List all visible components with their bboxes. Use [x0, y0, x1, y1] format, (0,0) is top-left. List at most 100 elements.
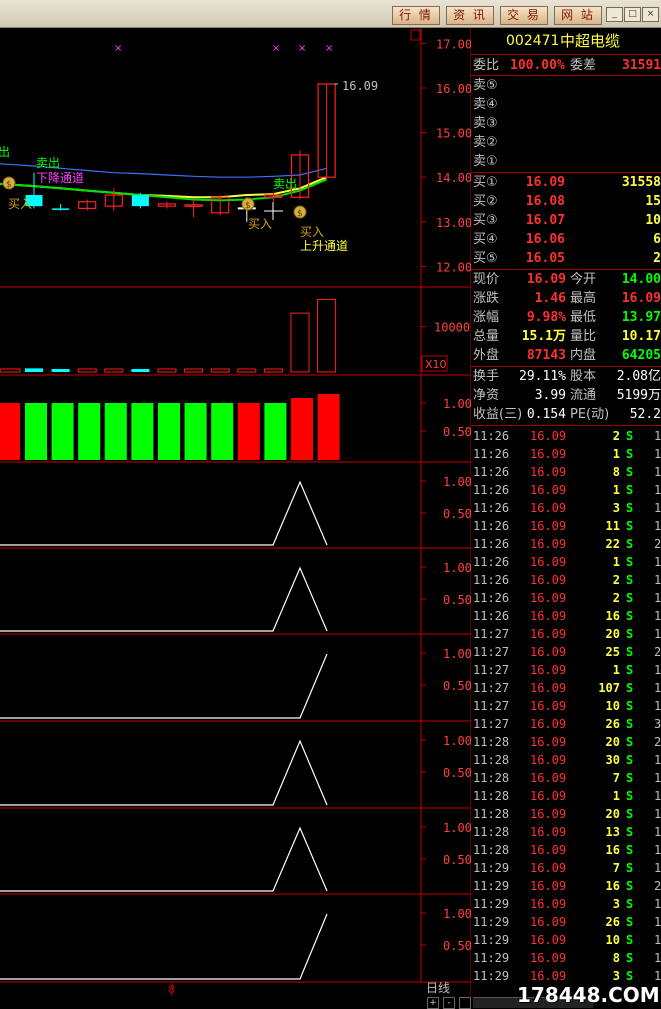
- website-button[interactable]: 网 站: [554, 6, 602, 25]
- tick-side: S: [626, 537, 634, 551]
- tick-price: 16.09: [530, 447, 567, 461]
- tick-count: 3: [654, 717, 661, 731]
- minimize-icon[interactable]: _: [606, 7, 623, 22]
- buy-level-volume: 10: [645, 213, 661, 228]
- tick-volume: 26: [605, 717, 620, 731]
- tick-row: 11:26 16.09 16 S 1: [473, 607, 661, 625]
- tick-row: 11:29 16.09 7 S 1: [473, 859, 661, 877]
- tick-price: 16.09: [530, 753, 567, 767]
- signal-bar: [158, 403, 180, 460]
- volume-bar: [25, 368, 43, 372]
- tick-side: S: [626, 465, 634, 479]
- panel-maximize-icon[interactable]: [410, 29, 421, 41]
- trade-button[interactable]: 交 易: [500, 6, 548, 25]
- weibi-value: 100.00%: [510, 58, 565, 73]
- tick-count: 1: [654, 591, 661, 605]
- tick-row: 11:26 16.09 2 S 1: [473, 589, 661, 607]
- tick-price: 16.09: [530, 483, 567, 497]
- tick-side: S: [626, 663, 634, 677]
- stat-label: 涨跌: [473, 291, 500, 306]
- divider: [471, 425, 661, 426]
- tick-row: 11:27 16.09 26 S 3: [473, 715, 661, 733]
- tick-count: 1: [654, 429, 661, 443]
- restore-icon[interactable]: □: [624, 7, 641, 22]
- sell-level-label: 卖①: [473, 154, 498, 169]
- tick-count: 1: [654, 951, 661, 965]
- tick-count: 1: [654, 609, 661, 623]
- tick-time: 11:27: [473, 699, 510, 713]
- tick-count: 1: [654, 933, 661, 947]
- chart-annotation: 卖出: [273, 177, 297, 191]
- tick-time: 11:27: [473, 663, 510, 677]
- toggle-icon[interactable]: [459, 997, 471, 1009]
- tick-count: 1: [654, 573, 661, 587]
- tick-volume: 22: [605, 537, 620, 551]
- tick-count: 1: [654, 681, 661, 695]
- zoom-out-icon[interactable]: -: [443, 997, 455, 1009]
- tick-volume: 10: [605, 699, 620, 713]
- tick-volume: 30: [605, 753, 620, 767]
- zoom-in-icon[interactable]: +: [427, 997, 439, 1009]
- tick-time: 11:27: [473, 627, 510, 641]
- tick-time: 11:26: [473, 501, 510, 515]
- stat-label: 总量: [473, 329, 500, 344]
- buy-level-price: 16.07: [525, 213, 565, 228]
- volume-bar: [184, 368, 204, 373]
- tick-volume: 2: [612, 573, 620, 587]
- tick-count: 2: [654, 537, 661, 551]
- tick-side: S: [626, 627, 634, 641]
- tick-volume: 7: [612, 861, 620, 875]
- stat-value: 29.11%: [519, 369, 566, 384]
- tick-price: 16.09: [530, 681, 567, 695]
- tick-time: 11:28: [473, 789, 510, 803]
- tick-volume: 26: [605, 915, 620, 929]
- signal-bar: [51, 403, 74, 460]
- period-label[interactable]: 日线: [426, 981, 450, 995]
- tick-price: 16.09: [530, 861, 567, 875]
- tick-price: 16.09: [530, 519, 567, 533]
- tick-volume: 1: [612, 663, 620, 677]
- tick-time: 11:29: [473, 897, 510, 911]
- news-button[interactable]: 资 讯: [446, 6, 494, 25]
- chart-annotation: 买入: [248, 217, 272, 231]
- indicator-line: [0, 566, 328, 632]
- tick-count: 1: [654, 519, 661, 533]
- tick-side: S: [626, 861, 634, 875]
- tick-price: 16.09: [530, 771, 567, 785]
- tick-time: 11:26: [473, 447, 510, 461]
- indicator-axis-label: 0.50: [443, 853, 471, 867]
- kline-chart[interactable]: 17.00 16.00 15.00 14.00 13.00 12.00 16.09 × × × ×…: [0, 28, 471, 1007]
- tick-count: 1: [654, 483, 661, 497]
- indicator-line: [0, 826, 328, 892]
- tick-volume: 8: [612, 951, 620, 965]
- weicha-label: 委差: [570, 58, 597, 73]
- quotes-button[interactable]: 行 情: [392, 6, 440, 25]
- stat-value: 16.09: [621, 291, 661, 306]
- tick-time: 11:29: [473, 933, 510, 947]
- tick-row: 11:26 16.09 2 S 1: [473, 427, 661, 445]
- volume-bar: [51, 369, 70, 372]
- price-axis-label: 13.00: [436, 216, 471, 230]
- stat-value: 14.00: [621, 272, 661, 287]
- signal-bar: [78, 403, 101, 460]
- stat-label: 涨幅: [473, 310, 500, 325]
- divider: [471, 54, 661, 55]
- buy-level-label: 买③: [473, 213, 498, 228]
- tick-side: S: [626, 699, 634, 713]
- signal-bar: [264, 403, 287, 460]
- tick-time: 11:26: [473, 465, 510, 479]
- volume-bar: [210, 368, 230, 373]
- tick-price: 16.09: [530, 897, 567, 911]
- tick-time: 11:27: [473, 717, 510, 731]
- tick-count: 1: [654, 699, 661, 713]
- tick-row: 11:28 16.09 30 S 1: [473, 751, 661, 769]
- tick-row: 11:26 16.09 1 S 1: [473, 481, 661, 499]
- close-icon[interactable]: ×: [642, 7, 659, 22]
- price-axis-label: 17.00: [436, 37, 471, 51]
- buy-level-price: 16.06: [525, 232, 565, 247]
- tick-price: 16.09: [530, 915, 567, 929]
- tick-count: 1: [654, 555, 661, 569]
- tick-side: S: [626, 807, 634, 821]
- tick-price: 16.09: [530, 627, 567, 641]
- tick-price: 16.09: [530, 699, 567, 713]
